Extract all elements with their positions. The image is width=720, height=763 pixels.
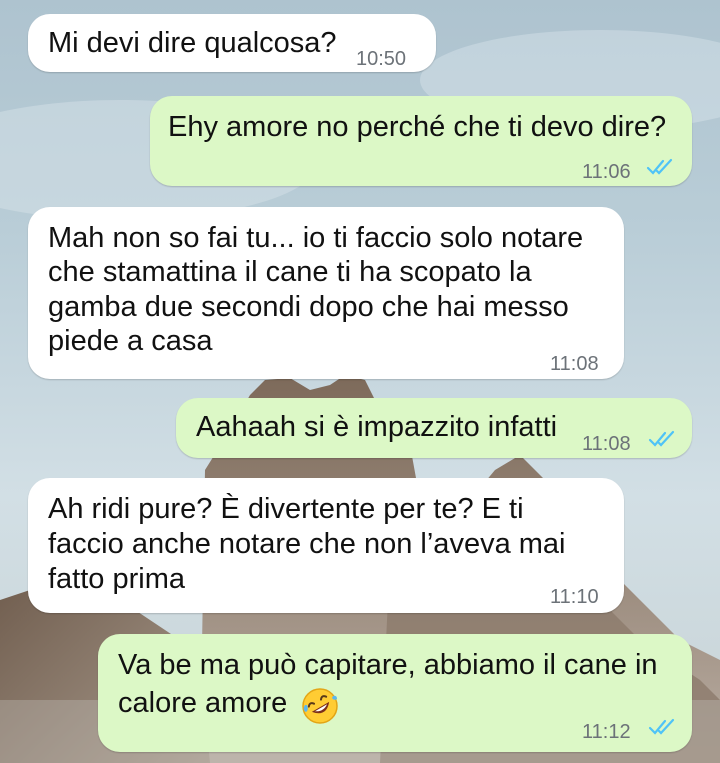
rolling-on-floor-laughing-emoji (302, 688, 338, 724)
message-text: Ehy amore no perché che ti devo dire? (168, 111, 667, 143)
read-receipt-icon (648, 430, 675, 447)
message-text: Aahaah si è impazzito infatti (196, 411, 558, 443)
message-timestamp: 11:10 (550, 586, 599, 608)
message-bubble-outgoing[interactable]: Va be ma può capitare, abbiamo il cane i… (98, 634, 692, 752)
message-text: Mi devi dire qualcosa? (48, 27, 337, 59)
read-receipt-icon (648, 718, 675, 735)
message-text-line: faccio anche notare che non l’aveva mai (48, 528, 566, 560)
message-text-line: Ah ridi pure? È divertente per te? E ti (48, 493, 524, 525)
message-timestamp: 11:08 (550, 353, 599, 375)
message-text-line: Mah non so fai tu... io ti faccio solo n… (48, 222, 584, 254)
message-bubble-outgoing[interactable]: Ehy amore no perché che ti devo dire? 11… (150, 96, 692, 186)
message-timestamp: 11:12 (582, 721, 631, 743)
message-bubble-incoming[interactable]: Mah non so fai tu... io ti faccio solo n… (28, 207, 624, 379)
message-text-line: gamba due secondi dopo che hai messo (48, 291, 569, 323)
message-timestamp: 11:08 (582, 433, 631, 455)
message-text-line: fatto prima (48, 563, 185, 595)
message-text-line: che stamattina il cane ti ha scopato la (48, 256, 532, 288)
message-timestamp: 10:50 (356, 48, 407, 70)
message-bubble-outgoing[interactable]: Aahaah si è impazzito infatti 11:08 (176, 398, 692, 458)
message-bubble-incoming[interactable]: Ah ridi pure? È divertente per te? E ti … (28, 478, 624, 613)
message-timestamp: 11:06 (582, 161, 631, 183)
message-text-line: piede a casa (48, 325, 213, 357)
message-bubble-incoming[interactable]: Mi devi dire qualcosa? 10:50 (28, 14, 436, 72)
message-text-line: Va be ma può capitare, abbiamo il cane i… (118, 649, 658, 681)
message-text-line: calore amore (118, 687, 288, 719)
read-receipt-icon (646, 158, 673, 175)
